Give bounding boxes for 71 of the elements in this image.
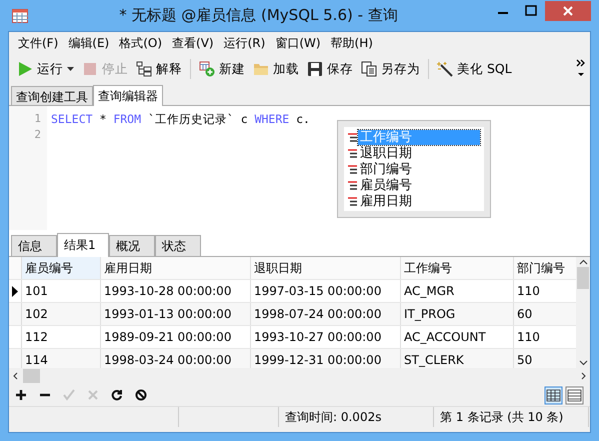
table-cell: 1993-10-28 00:00:00 <box>101 280 251 302</box>
toolbar-button[interactable]: 解释 <box>132 60 186 78</box>
autocomplete-item[interactable]: 退职日期 <box>358 146 480 160</box>
scrollbar-thumb[interactable] <box>23 369 40 383</box>
field-icon <box>348 132 357 142</box>
menu-item[interactable]: 帮助(H) <box>326 34 378 52</box>
toolbar-button[interactable]: 加载 <box>249 60 303 78</box>
result-tab[interactable]: 概况 <box>109 235 155 256</box>
table-cell: AC_ACCOUNT <box>401 326 514 348</box>
close-icon[interactable] <box>545 1 591 21</box>
scroll-down-icon[interactable] <box>576 358 590 368</box>
field-icon <box>348 196 357 206</box>
record-count: 第 1 条记录 (共 10 条) <box>434 407 589 427</box>
toolbar-button[interactable]: 运行 <box>13 60 78 78</box>
table-cell: IT_PROG <box>401 303 514 325</box>
table-cell: 1998-07-24 00:00:00 <box>251 303 401 325</box>
toolbar-button[interactable]: 另存为 <box>357 60 424 78</box>
documents-icon <box>361 61 377 77</box>
column-header[interactable]: 雇员编号 <box>22 257 101 279</box>
toolbar-button[interactable]: 保存 <box>303 60 357 78</box>
autocomplete-item[interactable]: 雇员编号 <box>358 178 480 192</box>
editor-tab[interactable]: 查询创建工具 <box>11 86 93 105</box>
column-header[interactable]: 退职日期 <box>251 257 401 279</box>
column-header[interactable]: 雇用日期 <box>101 257 251 279</box>
result-tab[interactable]: 状态 <box>155 235 201 256</box>
table-cell: 1993-10-27 00:00:00 <box>251 326 401 348</box>
table-cell: 1997-03-15 00:00:00 <box>251 280 401 302</box>
autocomplete-item[interactable]: 部门编号 <box>358 162 480 176</box>
field-icon <box>348 164 357 174</box>
line-number: 2 <box>34 128 41 143</box>
menu-item[interactable]: 窗口(W) <box>270 34 326 52</box>
table-cell: AC_MGR <box>401 280 514 302</box>
caret-icon[interactable] <box>67 67 74 71</box>
editor-tab[interactable]: 查询编辑器 <box>93 85 163 106</box>
menu-item[interactable]: 文件(F) <box>13 34 64 52</box>
magic-wand-icon <box>437 61 453 77</box>
field-icon <box>348 180 357 190</box>
add-icon[interactable] <box>15 389 27 401</box>
refresh-icon[interactable] <box>111 389 123 401</box>
stop-icon[interactable] <box>135 389 147 401</box>
menu-item[interactable]: 查看(V) <box>167 34 219 52</box>
table-cell: 1989-09-21 00:00:00 <box>101 326 251 348</box>
grid-view-icon[interactable] <box>544 386 563 404</box>
app-icon <box>12 8 28 22</box>
vertical-scrollbar[interactable] <box>576 257 590 368</box>
query-time: 查询时间: 0.002s <box>279 407 434 427</box>
window-title: * 无标题 @雇员信息 (MySQL 5.6) - 查询 <box>118 6 399 25</box>
form-view-icon[interactable] <box>565 386 584 404</box>
menu-item[interactable]: 编辑(E) <box>63 34 114 52</box>
field-icon <box>348 148 357 158</box>
toolbar-button[interactable]: 新建 <box>195 60 249 78</box>
column-header[interactable]: 工作编号 <box>401 257 514 279</box>
stop-square-icon <box>82 61 98 77</box>
row-header[interactable] <box>9 280 22 302</box>
table-cell: 112 <box>22 326 101 348</box>
scrollbar-thumb[interactable] <box>577 267 589 289</box>
table-cell: 1993-01-13 00:00:00 <box>101 303 251 325</box>
table-cell: 101 <box>22 280 101 302</box>
folder-icon <box>253 61 269 77</box>
toolbar-button[interactable]: 美化 SQL <box>433 60 516 78</box>
autocomplete-item[interactable]: 雇用日期 <box>358 194 480 208</box>
diagram-icon <box>136 61 152 77</box>
result-tab[interactable]: 信息 <box>11 235 57 256</box>
code-line: SELECT * FROM `工作历史记录` c WHERE c. <box>51 112 310 126</box>
result-tab[interactable]: 结果1 <box>57 233 109 257</box>
table-cell: 102 <box>22 303 101 325</box>
menu-item[interactable]: 运行(R) <box>218 34 270 52</box>
new-table-icon <box>199 61 215 77</box>
line-number: 1 <box>34 112 41 127</box>
play-icon <box>17 61 33 77</box>
menu-item[interactable]: 格式(O) <box>114 34 168 52</box>
